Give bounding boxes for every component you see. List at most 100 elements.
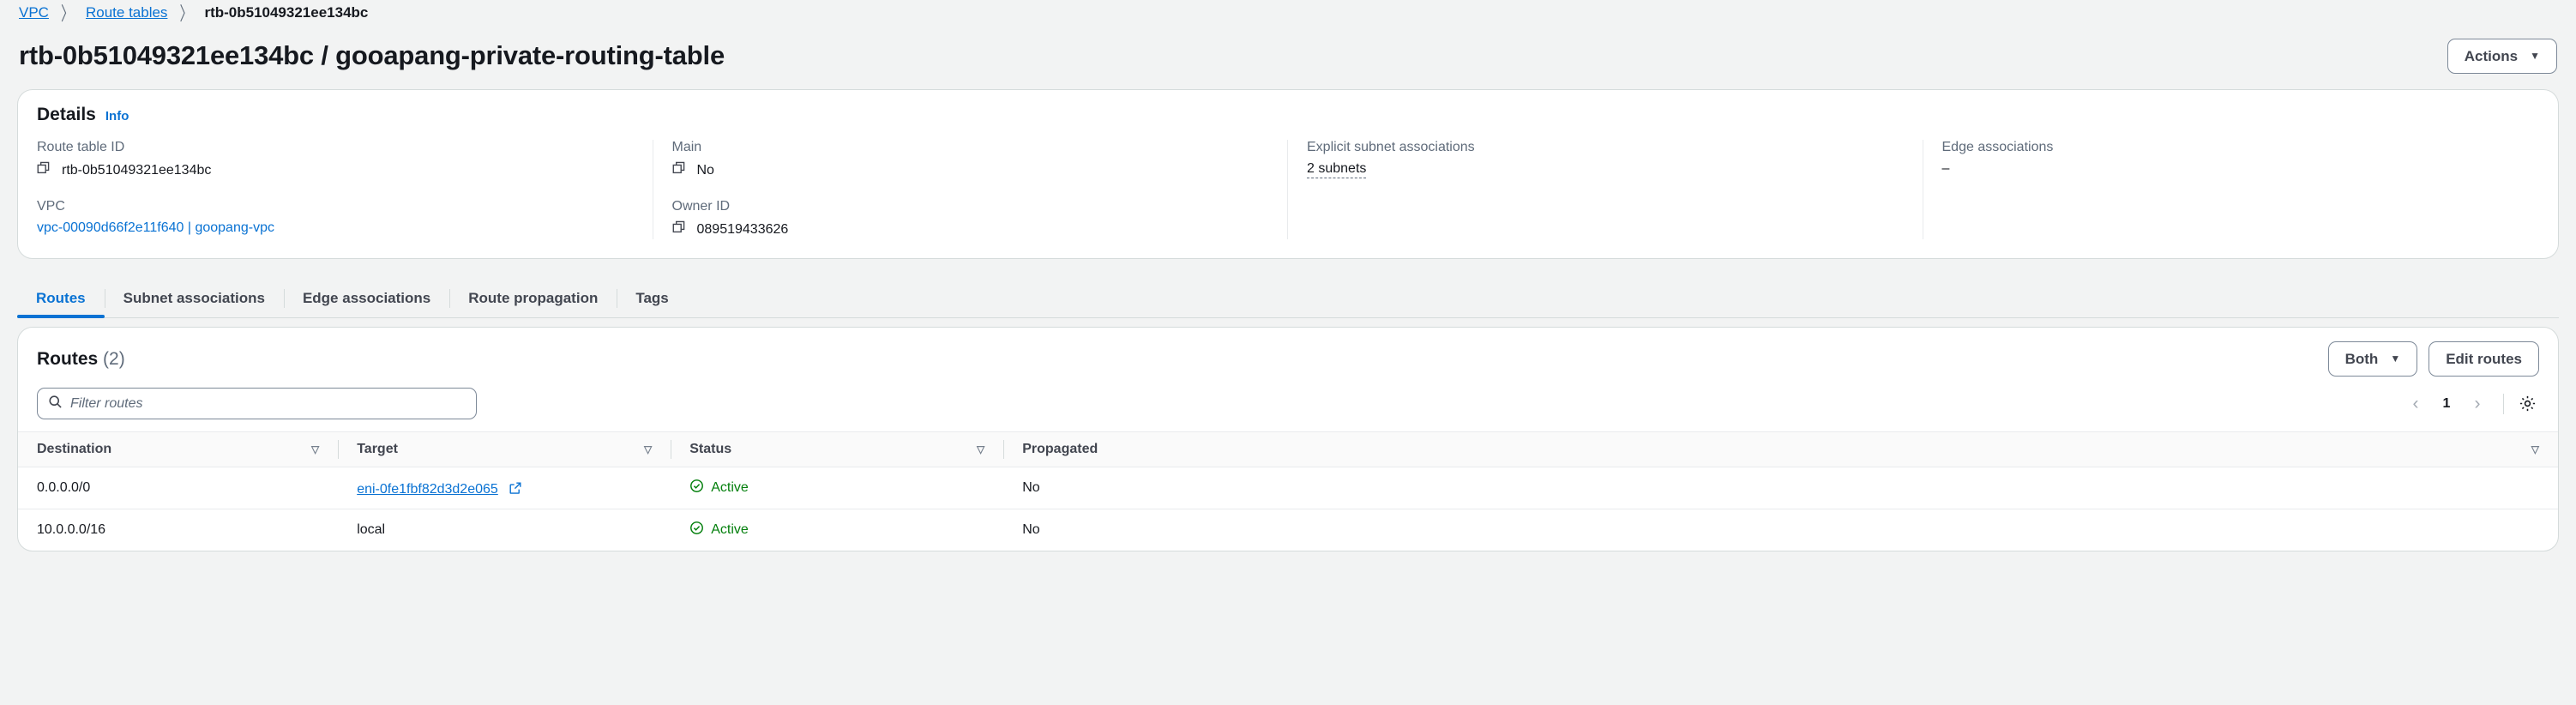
pagination-page-1[interactable]: 1 [2434, 389, 2459, 419]
breadcrumb-item-vpc[interactable]: VPC [19, 4, 49, 21]
detail-label: Route table ID [37, 140, 125, 154]
detail-field-route-table-id: Route table ID rtb-0b51049321ee134bc [37, 140, 634, 180]
tab-label: Routes [36, 290, 86, 306]
tab-routes[interactable]: Routes [17, 281, 105, 318]
column-header-label: Target [357, 442, 398, 456]
detail-value: vpc-00090d66f2e11f640 | goopang-vpc [37, 220, 634, 236]
route-table-detail-page: VPC 〉 Route tables 〉 rtb-0b51049321ee134… [0, 0, 2576, 705]
copy-icon[interactable] [672, 220, 687, 239]
column-header-label: Destination [37, 442, 112, 456]
sort-caret-icon[interactable]: ▽ [311, 443, 319, 455]
routes-header: Routes (2) Both ▼ Edit routes [18, 328, 2558, 382]
tab-tags[interactable]: Tags [617, 281, 687, 317]
copy-icon[interactable] [37, 161, 51, 180]
subnet-associations-popover-trigger[interactable]: 2 subnets [1307, 161, 1367, 178]
actions-button[interactable]: Actions ▼ [2447, 38, 2557, 74]
breadcrumb-item-route-tables[interactable]: Route tables [86, 4, 167, 21]
details-column-3: Explicit subnet associations 2 subnets [1288, 140, 1923, 239]
cell-target: local [357, 522, 386, 537]
copy-icon[interactable] [672, 161, 687, 180]
vpc-link[interactable]: vpc-00090d66f2e11f640 | goopang-vpc [37, 220, 274, 236]
breadcrumb-separator-icon: 〉 [60, 3, 74, 25]
column-header-label: Propagated [1022, 442, 1098, 456]
breadcrumb-item-current: rtb-0b51049321ee134bc [204, 4, 369, 21]
table-header-row: Destination ▽ Target ▽ Status ▽ Propagat… [18, 431, 2558, 467]
detail-field-owner-id: Owner ID 089519433626 [672, 199, 1269, 239]
detail-label: Explicit subnet associations [1307, 140, 1475, 154]
column-header-target[interactable]: Target ▽ [338, 431, 671, 467]
routes-table-body: 0.0.0.0/0 eni-0fe1fbf82d3d2e065 Active N… [18, 467, 2558, 551]
target-link[interactable]: eni-0fe1fbf82d3d2e065 [357, 482, 498, 497]
detail-text: 089519433626 [696, 222, 789, 237]
cell-destination: 10.0.0.0/16 [37, 522, 106, 537]
detail-value: rtb-0b51049321ee134bc [37, 161, 634, 180]
routes-toolbar: ‹ 1 › [18, 382, 2558, 431]
cell-status: Active [671, 509, 1003, 551]
details-grid: Route table ID rtb-0b51049321ee134bc VPC… [18, 138, 2558, 258]
column-header-destination[interactable]: Destination ▽ [18, 431, 339, 467]
tab-label: Subnet associations [123, 290, 265, 306]
detail-value: – [1942, 161, 2540, 177]
sort-caret-icon[interactable]: ▽ [977, 443, 984, 455]
column-header-label: Status [689, 442, 732, 456]
cell-propagated: No [1022, 522, 1040, 537]
tab-bar: Routes Subnet associations Edge associat… [17, 281, 2559, 318]
cell-destination: 0.0.0.0/0 [18, 467, 339, 509]
page-header: rtb-0b51049321ee134bc / gooapang-private… [0, 26, 2576, 75]
sort-caret-icon[interactable]: ▽ [644, 443, 652, 455]
route-scope-select[interactable]: Both ▼ [2327, 341, 2418, 377]
table-row: 10.0.0.0/16 local Active No [18, 509, 2558, 551]
routes-table-head: Destination ▽ Target ▽ Status ▽ Propagat… [18, 431, 2558, 467]
routes-card: Routes (2) Both ▼ Edit routes ‹ [17, 327, 2559, 551]
details-card-header: Details Info [18, 90, 2558, 138]
detail-value: No [672, 161, 1269, 180]
tab-edge-associations[interactable]: Edge associations [283, 281, 449, 317]
cell-target: eni-0fe1fbf82d3d2e065 [338, 467, 671, 509]
check-circle-icon [689, 479, 704, 497]
detail-text: – [1941, 161, 1950, 176]
edit-routes-button[interactable]: Edit routes [2429, 341, 2539, 377]
detail-value: 2 subnets [1307, 161, 1904, 178]
routes-table: Destination ▽ Target ▽ Status ▽ Propagat… [18, 431, 2558, 551]
external-link-icon[interactable] [509, 482, 522, 498]
filter-routes-box[interactable] [37, 388, 477, 419]
detail-label: Main [671, 140, 702, 154]
check-circle-icon [689, 521, 704, 539]
tab-subnet-associations[interactable]: Subnet associations [104, 281, 284, 317]
detail-text: No [696, 163, 714, 178]
details-card: Details Info Route table ID rtb-0b510493… [17, 89, 2559, 259]
tab-label: Tags [635, 290, 669, 306]
detail-label: Owner ID [671, 199, 731, 214]
detail-field-main: Main No [672, 140, 1269, 180]
filter-routes-input[interactable] [70, 395, 466, 412]
column-header-propagated[interactable]: Propagated ▽ [1003, 431, 2558, 467]
status-badge: Active [689, 479, 984, 497]
route-scope-select-value: Both [2344, 351, 2379, 367]
gear-icon[interactable] [2515, 392, 2539, 416]
pagination-next-icon[interactable]: › [2463, 389, 2492, 419]
page-title: rtb-0b51049321ee134bc / gooapang-private… [19, 40, 725, 70]
routes-count: (2) [103, 348, 125, 369]
pagination-prev-icon[interactable]: ‹ [2401, 389, 2430, 419]
details-column-2: Main No Owner ID 089519433626 [653, 140, 1288, 239]
detail-field-edge-associations: Edge associations – [1942, 140, 2540, 177]
column-header-status[interactable]: Status ▽ [671, 431, 1004, 467]
tab-label: Edge associations [302, 290, 431, 306]
status-text: Active [711, 480, 749, 495]
detail-field-explicit-subnet-associations: Explicit subnet associations 2 subnets [1307, 140, 1904, 178]
routes-actions: Both ▼ Edit routes [2327, 341, 2539, 377]
details-title: Details [37, 105, 96, 124]
tab-route-propagation[interactable]: Route propagation [449, 281, 617, 317]
detail-value: 089519433626 [672, 220, 1269, 239]
routes-title: Routes (2) [37, 349, 125, 370]
table-row: 0.0.0.0/0 eni-0fe1fbf82d3d2e065 Active N… [18, 467, 2558, 509]
sort-caret-icon[interactable]: ▽ [2531, 443, 2539, 455]
chevron-down-icon: ▼ [2530, 49, 2540, 62]
routes-title-text: Routes [37, 348, 99, 369]
detail-label: VPC [37, 199, 65, 214]
cell-status: Active [671, 467, 1004, 509]
details-info-link[interactable]: Info [105, 109, 129, 124]
detail-text: rtb-0b51049321ee134bc [62, 163, 212, 178]
detail-field-vpc: VPC vpc-00090d66f2e11f640 | goopang-vpc [37, 199, 634, 236]
tab-label: Route propagation [468, 290, 599, 306]
